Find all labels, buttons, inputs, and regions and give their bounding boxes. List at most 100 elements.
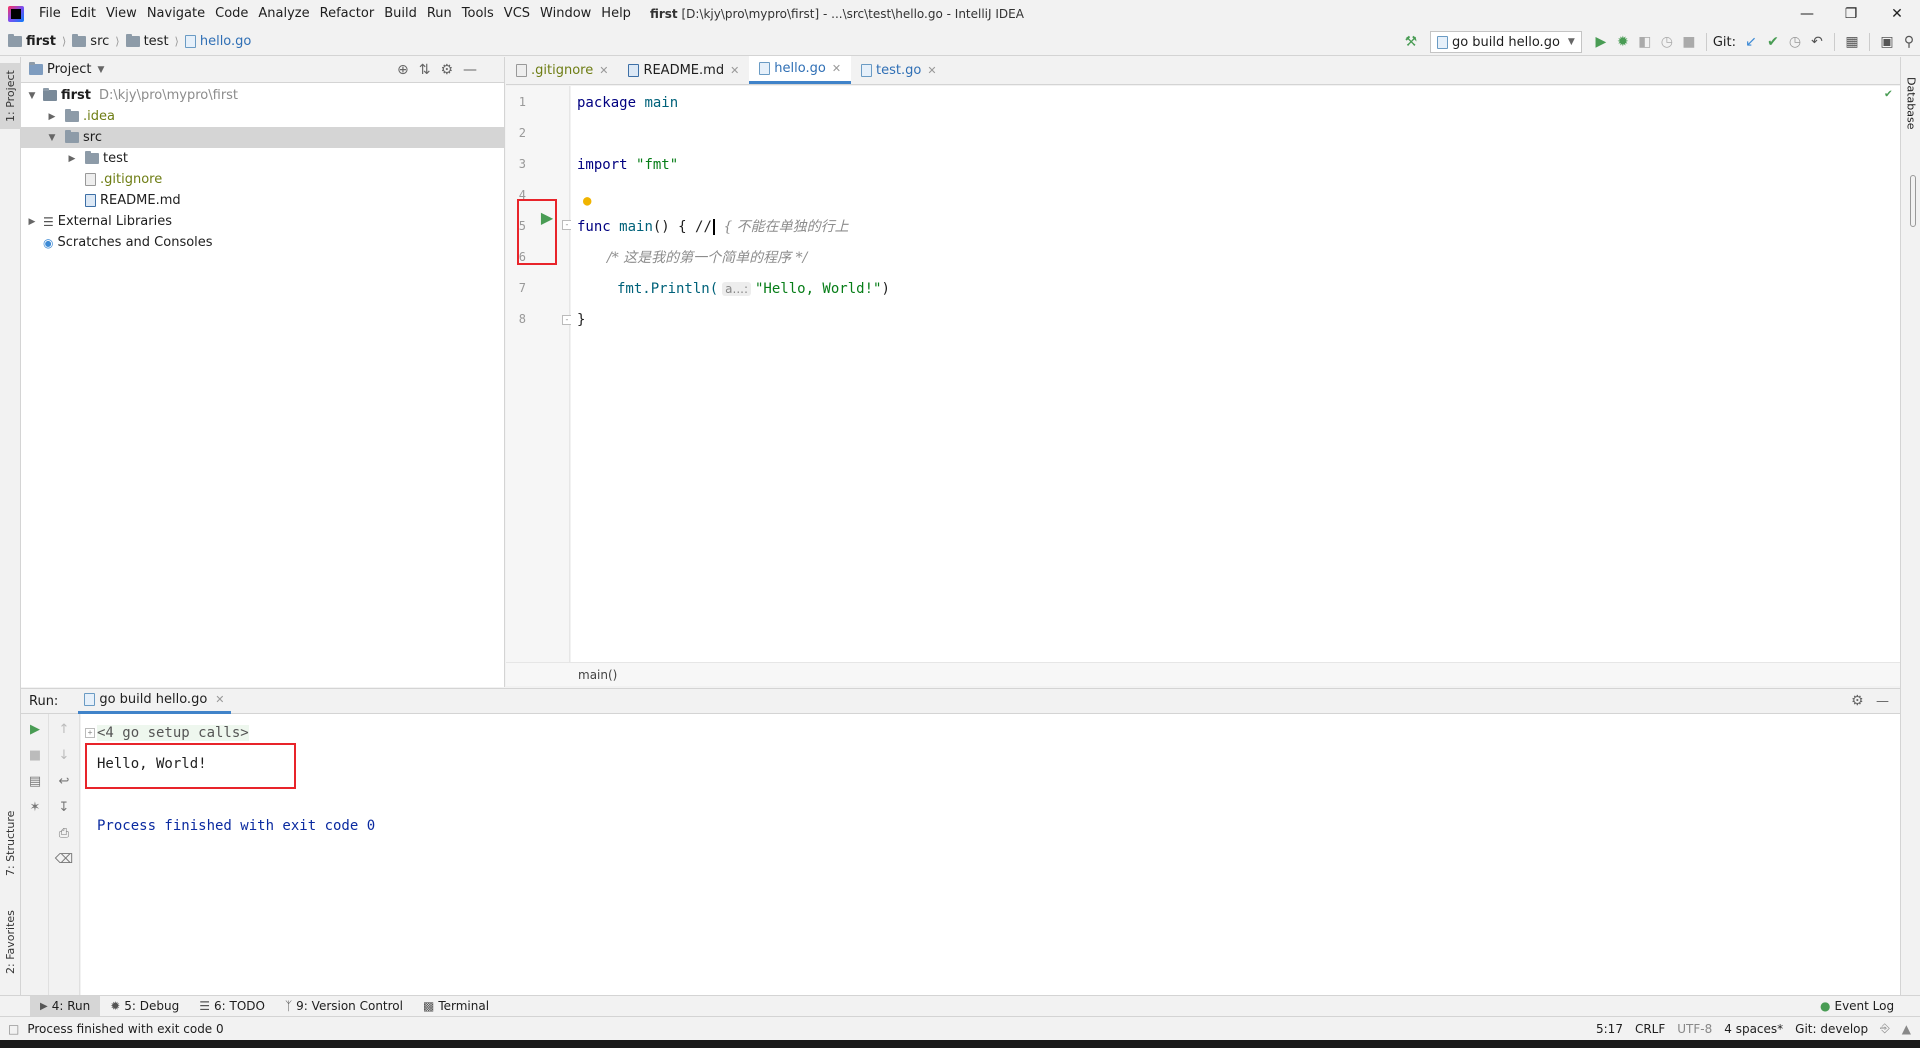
run-configuration-select[interactable]: go build hello.go ▼: [1429, 31, 1582, 53]
breadcrumb-src[interactable]: src: [68, 34, 113, 49]
chevron-right-icon[interactable]: ▶: [45, 112, 59, 122]
chevron-right-icon[interactable]: ▶: [25, 217, 39, 227]
tree-item-external-libraries[interactable]: ▶ ☰ External Libraries: [21, 211, 504, 232]
chevron-down-icon[interactable]: ▼: [25, 91, 39, 101]
tree-item-first[interactable]: ▼ first D:\kjy\pro\mypro\first: [21, 85, 504, 106]
close-icon[interactable]: ✕: [215, 693, 224, 706]
structure-tool-tab[interactable]: 7: Structure: [0, 802, 21, 884]
tree-item-src[interactable]: ▼ src: [21, 127, 504, 148]
rerun-icon[interactable]: ▶: [21, 718, 49, 740]
breadcrumb-hello-go[interactable]: hello.go: [181, 34, 256, 49]
tab-terminal[interactable]: ▩ Terminal: [413, 996, 499, 1017]
caret-position[interactable]: 5:17: [1596, 1022, 1623, 1036]
git-history-icon[interactable]: ◷: [1784, 31, 1806, 53]
editor-breadcrumb-item[interactable]: main(): [578, 668, 617, 682]
tab-run[interactable]: ▶ 4: Run: [30, 995, 101, 1017]
status-panel-icon[interactable]: □: [8, 1022, 19, 1036]
menu-analyze[interactable]: Analyze: [253, 0, 314, 28]
tree-item-readme[interactable]: README.md: [21, 190, 504, 211]
gear-icon[interactable]: ⚙: [1851, 693, 1864, 709]
project-structure-icon[interactable]: ▦: [1841, 31, 1863, 53]
layout-icon[interactable]: ▤: [21, 770, 49, 792]
tree-item-gitignore[interactable]: .gitignore: [21, 169, 504, 190]
git-update-icon[interactable]: ↙: [1740, 31, 1762, 53]
profile-icon[interactable]: ◷: [1656, 31, 1678, 53]
menu-build[interactable]: Build: [379, 0, 422, 28]
menu-window[interactable]: Window: [535, 0, 596, 28]
run-tab[interactable]: go build hello.go ✕: [78, 689, 231, 714]
database-tool-tab[interactable]: Database: [1901, 63, 1920, 143]
coverage-icon[interactable]: ◧: [1634, 31, 1656, 53]
tree-item-idea[interactable]: ▶ .idea: [21, 106, 504, 127]
menu-code[interactable]: Code: [210, 0, 253, 28]
close-window-button[interactable]: ✕: [1874, 0, 1920, 28]
run-console[interactable]: + <4 go setup calls> Hello, World! Proces…: [81, 714, 1900, 995]
collapse-all-icon[interactable]: ⇅: [419, 62, 431, 78]
file-encoding[interactable]: UTF-8: [1677, 1022, 1712, 1036]
hide-panel-icon[interactable]: —: [1876, 694, 1889, 709]
menu-navigate[interactable]: Navigate: [142, 0, 210, 28]
chevron-down-icon[interactable]: ▼: [45, 133, 59, 143]
menu-vcs[interactable]: VCS: [499, 0, 535, 28]
gear-icon[interactable]: ⚙: [440, 62, 453, 78]
line-separator[interactable]: CRLF: [1635, 1022, 1665, 1036]
git-branch[interactable]: Git: develop: [1795, 1022, 1868, 1036]
project-tool-tab[interactable]: 1: Project: [0, 63, 21, 129]
code-editor[interactable]: package main import "fmt" ● func main() …: [571, 86, 1900, 662]
tab-gitignore[interactable]: .gitignore ✕: [506, 56, 618, 84]
breadcrumb-test[interactable]: test: [122, 34, 173, 49]
locate-file-icon[interactable]: ⊕: [397, 62, 409, 78]
close-icon[interactable]: ✕: [599, 64, 608, 77]
menu-run[interactable]: Run: [422, 0, 457, 28]
tab-version-control[interactable]: ᛉ 9: Version Control: [275, 996, 413, 1017]
status-message[interactable]: Process finished with exit code 0: [27, 1022, 223, 1036]
menu-refactor[interactable]: Refactor: [315, 0, 380, 28]
memory-indicator-icon[interactable]: ▲: [1902, 1022, 1911, 1036]
tree-item-scratches[interactable]: ◉ Scratches and Consoles: [21, 232, 504, 253]
menu-tools[interactable]: Tools: [457, 0, 499, 28]
expand-icon[interactable]: +: [85, 728, 95, 738]
menu-help[interactable]: Help: [596, 0, 636, 28]
run-icon[interactable]: ▶: [1590, 31, 1612, 53]
close-icon[interactable]: ✕: [730, 64, 739, 77]
debug-icon[interactable]: ✹: [1612, 31, 1634, 53]
menu-file[interactable]: File: [34, 0, 66, 28]
editor-scrollbar[interactable]: [1910, 175, 1916, 227]
tree-item-test[interactable]: ▶ test: [21, 148, 504, 169]
lock-icon[interactable]: ⎆: [1880, 1021, 1890, 1036]
hide-panel-icon[interactable]: —: [463, 62, 477, 78]
event-log-tab[interactable]: ● Event Log: [1810, 996, 1904, 1017]
breadcrumb-first[interactable]: first: [0, 34, 60, 49]
menu-edit[interactable]: Edit: [66, 0, 101, 28]
close-icon[interactable]: ✕: [927, 64, 936, 77]
scroll-to-end-icon[interactable]: ↧: [50, 796, 78, 818]
tab-test-go[interactable]: test.go ✕: [851, 56, 947, 84]
chevron-down-icon[interactable]: ▼: [97, 65, 104, 75]
stop-icon[interactable]: ■: [21, 744, 49, 766]
tab-todo[interactable]: ☰ 6: TODO: [189, 996, 275, 1017]
project-panel-title[interactable]: Project: [47, 62, 91, 77]
trash-icon[interactable]: ⌫: [50, 848, 78, 870]
intention-bulb-icon[interactable]: ●: [583, 193, 591, 209]
inspection-ok-icon[interactable]: ✔: [1885, 86, 1892, 100]
soft-wrap-icon[interactable]: ↩: [50, 770, 78, 792]
console-setup-line[interactable]: + <4 go setup calls>: [85, 722, 249, 744]
search-everywhere-icon[interactable]: ⚲: [1898, 31, 1920, 53]
indent-setting[interactable]: 4 spaces*: [1724, 1022, 1783, 1036]
tab-readme[interactable]: README.md ✕: [618, 56, 749, 84]
close-icon[interactable]: ✕: [832, 62, 841, 75]
favorites-tool-tab[interactable]: 2: Favorites: [0, 897, 21, 987]
pin-icon[interactable]: ✶: [21, 796, 49, 818]
tab-hello-go[interactable]: hello.go ✕: [749, 56, 852, 84]
build-hammer-icon[interactable]: ⚒: [1400, 31, 1422, 53]
minimize-button[interactable]: —: [1784, 0, 1830, 28]
chevron-right-icon[interactable]: ▶: [65, 154, 79, 164]
maximize-button[interactable]: ❐: [1828, 0, 1874, 28]
sdk-window-icon[interactable]: ▣: [1876, 31, 1898, 53]
git-commit-icon[interactable]: ✔: [1762, 31, 1784, 53]
stop-icon[interactable]: ■: [1678, 31, 1700, 53]
up-arrow-icon[interactable]: ↑: [50, 718, 78, 740]
down-arrow-icon[interactable]: ↓: [50, 744, 78, 766]
print-icon[interactable]: ⎙: [50, 822, 78, 844]
git-rollback-icon[interactable]: ↶: [1806, 31, 1828, 53]
